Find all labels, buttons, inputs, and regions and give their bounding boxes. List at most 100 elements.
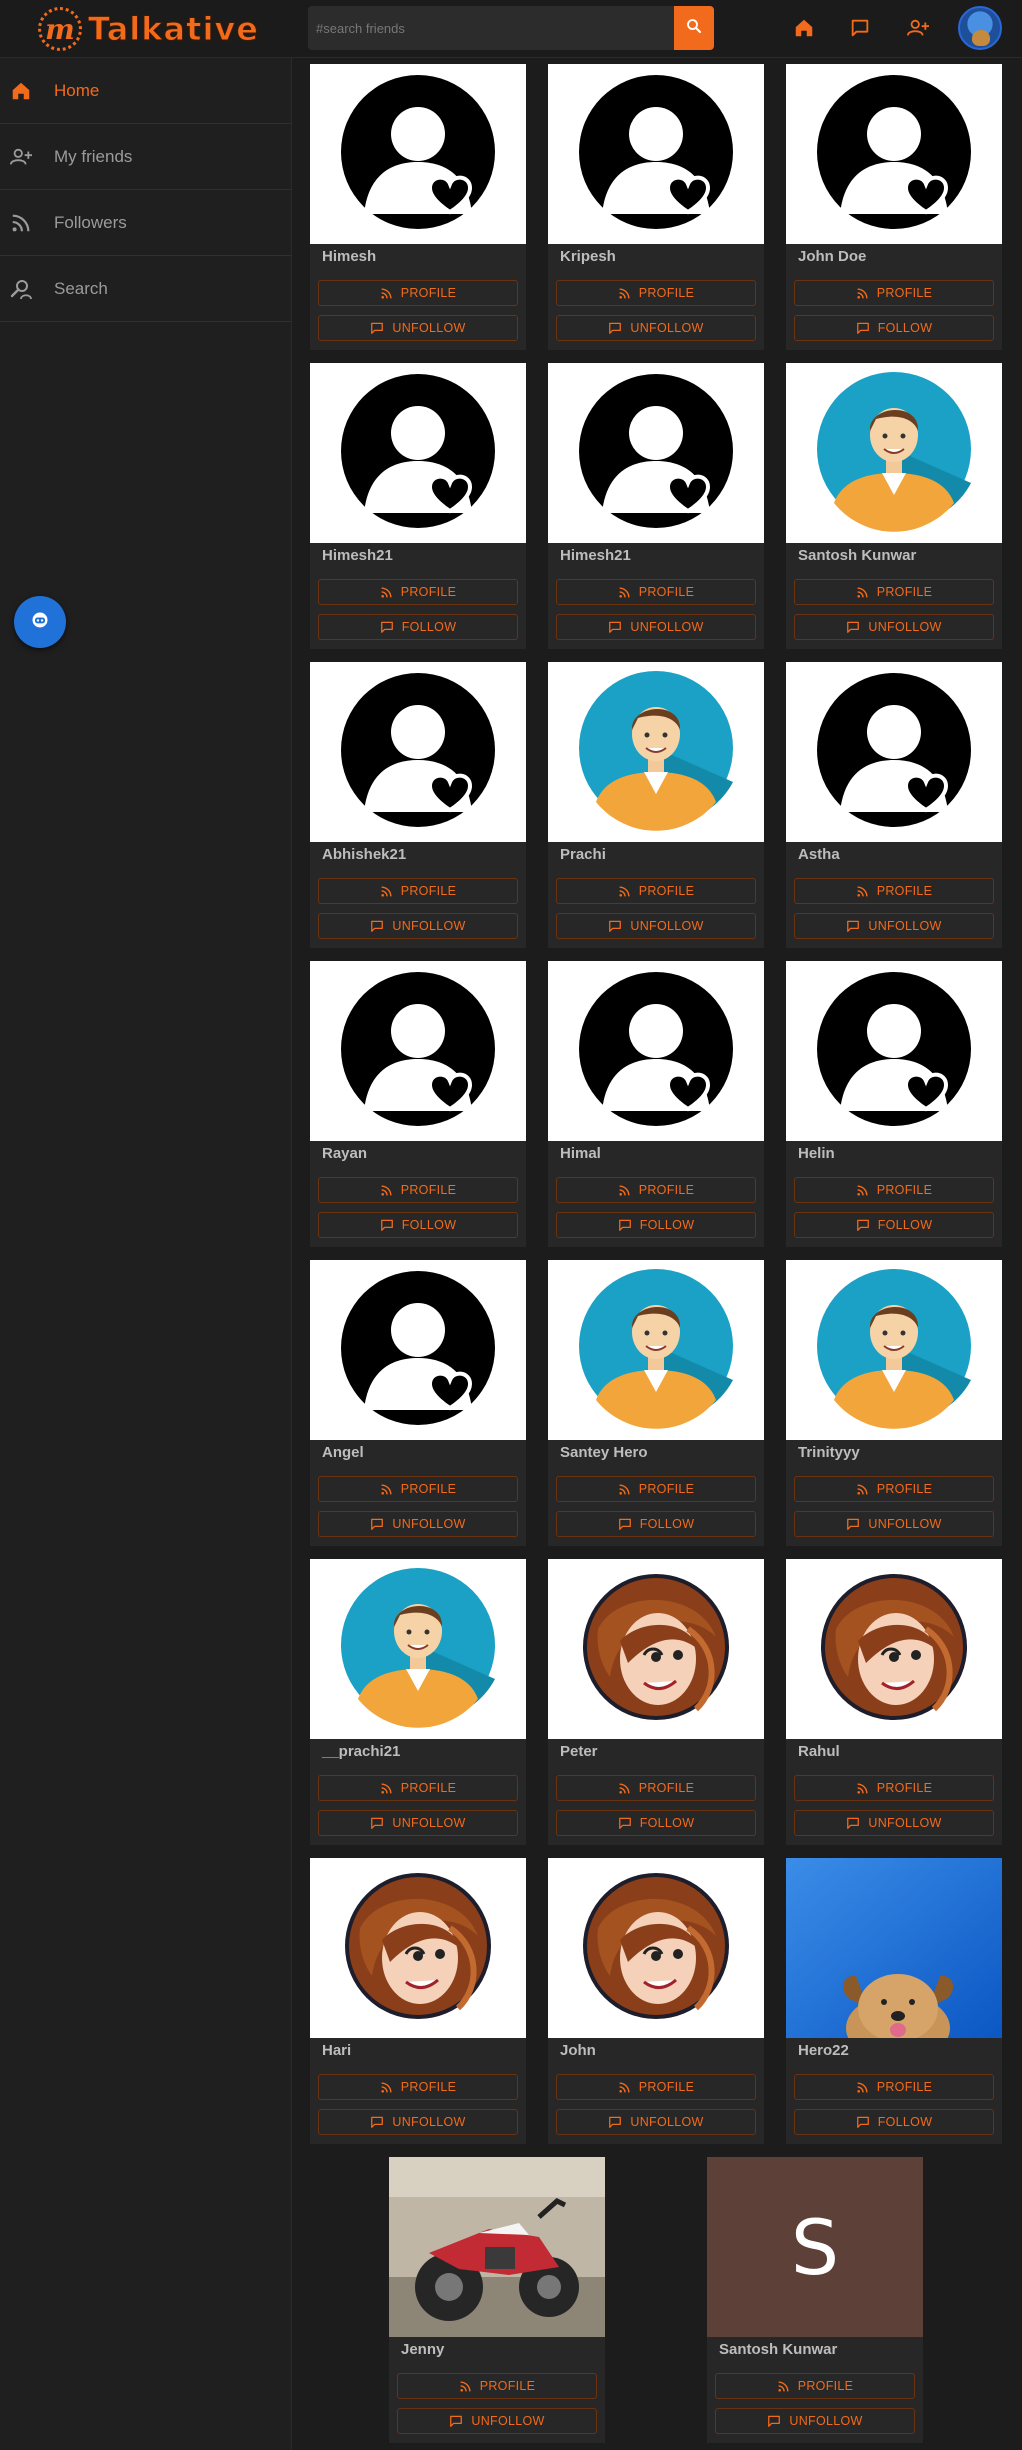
unfollow-button[interactable]: UNFOLLOW bbox=[318, 1810, 518, 1836]
follow-button[interactable]: FOLLOW bbox=[318, 614, 518, 640]
user-card: Prachi PROFILE UNFOLLOW bbox=[548, 662, 764, 948]
unfollow-button[interactable]: UNFOLLOW bbox=[556, 315, 756, 341]
unfollow-button[interactable]: UNFOLLOW bbox=[397, 2408, 597, 2434]
user-avatar-image[interactable] bbox=[310, 662, 526, 842]
profile-button[interactable]: PROFILE bbox=[318, 1775, 518, 1801]
user-avatar-image[interactable] bbox=[310, 1559, 526, 1739]
profile-button[interactable]: PROFILE bbox=[556, 280, 756, 306]
sidebar-item-followers[interactable]: Followers bbox=[0, 190, 292, 256]
profile-button[interactable]: PROFILE bbox=[318, 878, 518, 904]
profile-button[interactable]: PROFILE bbox=[794, 1775, 994, 1801]
top-app-bar: m Talkative bbox=[0, 0, 1022, 58]
follow-button[interactable]: FOLLOW bbox=[556, 1511, 756, 1537]
user-name: Helin bbox=[798, 1145, 835, 1162]
profile-button[interactable]: PROFILE bbox=[794, 878, 994, 904]
profile-button-label: PROFILE bbox=[876, 884, 933, 898]
user-avatar-image[interactable] bbox=[548, 64, 764, 244]
profile-button[interactable]: PROFILE bbox=[318, 280, 518, 306]
chat-icon bbox=[846, 620, 868, 634]
search-icon bbox=[685, 17, 703, 40]
user-avatar-image[interactable]: S bbox=[707, 2157, 923, 2337]
profile-button[interactable]: PROFILE bbox=[794, 1476, 994, 1502]
unfollow-button[interactable]: UNFOLLOW bbox=[556, 2109, 756, 2135]
user-avatar-image[interactable] bbox=[548, 662, 764, 842]
profile-button-label: PROFILE bbox=[638, 1183, 695, 1197]
user-avatar-image[interactable] bbox=[548, 1260, 764, 1440]
add-friend-icon[interactable] bbox=[904, 14, 932, 42]
profile-button[interactable]: PROFILE bbox=[318, 2074, 518, 2100]
sidebar-item-my-friends[interactable]: My friends bbox=[0, 124, 292, 190]
chat-icon[interactable] bbox=[846, 14, 874, 42]
user-card: Trinityyy PROFILE UNFOLLOW bbox=[786, 1260, 1002, 1546]
unfollow-button[interactable]: UNFOLLOW bbox=[556, 614, 756, 640]
profile-button[interactable]: PROFILE bbox=[397, 2373, 597, 2399]
sidebar-item-search[interactable]: Search bbox=[0, 256, 292, 322]
search-input[interactable] bbox=[308, 6, 674, 50]
profile-button[interactable]: PROFILE bbox=[556, 878, 756, 904]
unfollow-button[interactable]: UNFOLLOW bbox=[794, 1511, 994, 1537]
unfollow-button[interactable]: UNFOLLOW bbox=[794, 1810, 994, 1836]
profile-button[interactable]: PROFILE bbox=[556, 579, 756, 605]
user-avatar-image[interactable] bbox=[548, 363, 764, 543]
home-icon[interactable] bbox=[790, 14, 818, 42]
follow-button[interactable]: FOLLOW bbox=[318, 1212, 518, 1238]
user-avatar-image[interactable] bbox=[786, 1260, 1002, 1440]
follow-button[interactable]: FOLLOW bbox=[556, 1212, 756, 1238]
unfollow-button[interactable]: UNFOLLOW bbox=[556, 913, 756, 939]
profile-button[interactable]: PROFILE bbox=[794, 579, 994, 605]
chatbot-button[interactable] bbox=[14, 596, 66, 648]
user-avatar-image[interactable] bbox=[548, 1858, 764, 2038]
app-logo[interactable]: m Talkative bbox=[38, 4, 259, 54]
profile-button[interactable]: PROFILE bbox=[794, 280, 994, 306]
profile-button[interactable]: PROFILE bbox=[556, 1476, 756, 1502]
follow-button[interactable]: FOLLOW bbox=[794, 2109, 994, 2135]
profile-button-label: PROFILE bbox=[797, 2379, 854, 2393]
avatar-letter: S bbox=[790, 2202, 840, 2292]
chat-icon bbox=[449, 2414, 471, 2428]
follow-button[interactable]: FOLLOW bbox=[556, 1810, 756, 1836]
user-avatar-image[interactable] bbox=[310, 363, 526, 543]
user-avatar-image[interactable] bbox=[389, 2157, 605, 2337]
unfollow-button[interactable]: UNFOLLOW bbox=[318, 1511, 518, 1537]
unfollow-button[interactable]: UNFOLLOW bbox=[715, 2408, 915, 2434]
unfollow-button[interactable]: UNFOLLOW bbox=[318, 2109, 518, 2135]
unfollow-button[interactable]: UNFOLLOW bbox=[318, 913, 518, 939]
search-button[interactable] bbox=[674, 6, 714, 50]
user-name: Himesh21 bbox=[322, 547, 393, 564]
user-avatar-image[interactable] bbox=[310, 1260, 526, 1440]
user-avatar-image[interactable] bbox=[786, 363, 1002, 543]
profile-button-label: PROFILE bbox=[400, 884, 457, 898]
profile-button[interactable]: PROFILE bbox=[794, 1177, 994, 1203]
user-avatar-image[interactable] bbox=[310, 961, 526, 1141]
unfollow-button[interactable]: UNFOLLOW bbox=[794, 614, 994, 640]
profile-button[interactable]: PROFILE bbox=[556, 1177, 756, 1203]
user-avatar-image[interactable] bbox=[786, 1858, 1002, 2038]
user-name: Himal bbox=[560, 1145, 601, 1162]
follow-button[interactable]: FOLLOW bbox=[794, 315, 994, 341]
user-name: Trinityyy bbox=[798, 1444, 860, 1461]
user-avatar-image[interactable] bbox=[310, 64, 526, 244]
profile-button[interactable]: PROFILE bbox=[318, 579, 518, 605]
profile-button-label: PROFILE bbox=[638, 585, 695, 599]
profile-button[interactable]: PROFILE bbox=[556, 2074, 756, 2100]
profile-button[interactable]: PROFILE bbox=[318, 1177, 518, 1203]
unfollow-button[interactable]: UNFOLLOW bbox=[794, 913, 994, 939]
user-avatar[interactable] bbox=[958, 6, 1002, 50]
profile-button[interactable]: PROFILE bbox=[556, 1775, 756, 1801]
profile-button[interactable]: PROFILE bbox=[318, 1476, 518, 1502]
user-avatar-image[interactable] bbox=[786, 1559, 1002, 1739]
chat-icon bbox=[380, 620, 402, 634]
sidebar-item-home[interactable]: Home bbox=[0, 58, 292, 124]
user-avatar-image[interactable] bbox=[786, 64, 1002, 244]
unfollow-button[interactable]: UNFOLLOW bbox=[318, 315, 518, 341]
user-avatar-image[interactable] bbox=[786, 961, 1002, 1141]
user-avatar-image[interactable] bbox=[548, 961, 764, 1141]
user-card: Jenny PROFILE UNFOLLOW bbox=[389, 2157, 605, 2443]
user-avatar-image[interactable] bbox=[786, 662, 1002, 842]
user-card: Abhishek21 PROFILE UNFOLLOW bbox=[310, 662, 526, 948]
user-avatar-image[interactable] bbox=[548, 1559, 764, 1739]
follow-button[interactable]: FOLLOW bbox=[794, 1212, 994, 1238]
user-avatar-image[interactable] bbox=[310, 1858, 526, 2038]
profile-button[interactable]: PROFILE bbox=[794, 2074, 994, 2100]
profile-button[interactable]: PROFILE bbox=[715, 2373, 915, 2399]
